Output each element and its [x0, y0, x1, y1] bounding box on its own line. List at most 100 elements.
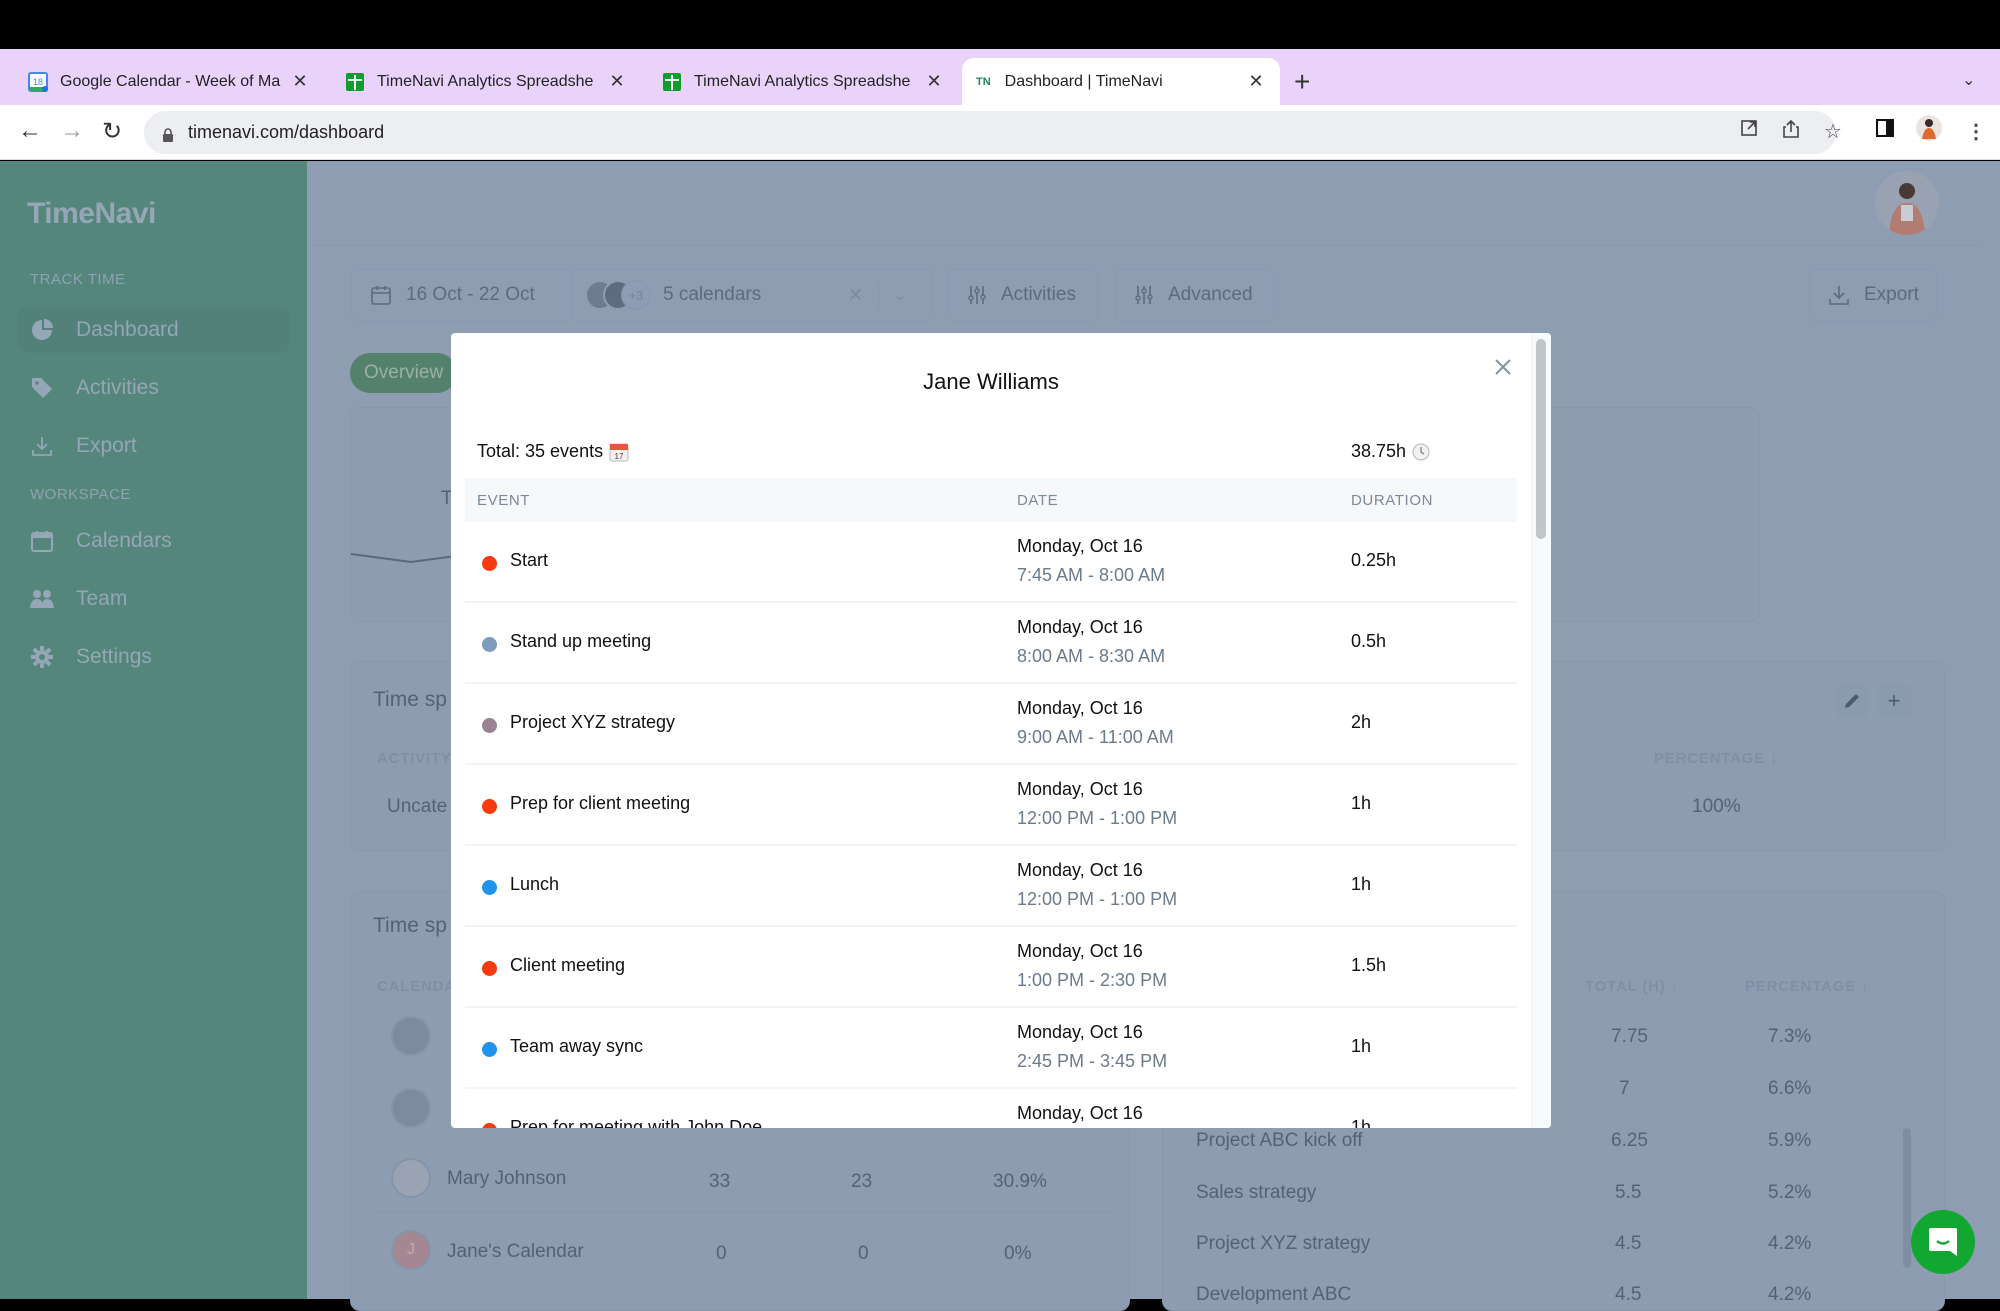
activities-filter-button[interactable]: Activities	[948, 269, 1098, 321]
section-label-track-time: TRACK TIME	[30, 271, 126, 288]
events-table-header: EVENT DATE DURATION	[465, 478, 1517, 522]
event-row[interactable]: Client meeting Monday, Oct 16 1:00 PM - 2:…	[465, 927, 1517, 1008]
event-duration: 1h	[1351, 1036, 1372, 1056]
event-row[interactable]: Stand up meeting Monday, Oct 16 8:00 AM - …	[465, 603, 1517, 684]
close-modal-button[interactable]	[1487, 351, 1519, 383]
tab-overview[interactable]: Overview	[350, 353, 458, 393]
card-title: Time sp	[373, 688, 447, 711]
avatar-initial: J	[391, 1230, 431, 1270]
modal-scrollbar[interactable]	[1536, 339, 1546, 539]
screen-top-bar	[0, 0, 2000, 49]
advanced-filter-button[interactable]: Advanced	[1115, 269, 1275, 321]
event-color-dot	[482, 961, 497, 976]
svg-text:17: 17	[615, 452, 624, 461]
chevron-down-icon[interactable]: ⌄	[893, 285, 906, 305]
sidebar-item-calendars[interactable]: Calendars	[18, 518, 290, 564]
column-header-duration: DURATION	[1351, 492, 1434, 509]
pie-chart-icon	[30, 318, 54, 342]
event-row[interactable]: Project XYZ strategy Monday, Oct 16 9:00 A…	[465, 684, 1517, 765]
date-range-label: 16 Oct - 22 Oct	[406, 284, 535, 305]
browser-menu-icon[interactable]: ⋮	[1966, 119, 1986, 144]
sliders-icon	[967, 285, 987, 305]
calendar-value: 23	[851, 1171, 873, 1192]
event-date: Monday, Oct 16	[1017, 698, 1143, 718]
sidebar-item-dashboard[interactable]: Dashboard	[18, 307, 290, 353]
event-row[interactable]: Prep for client meeting Monday, Oct 16 12:…	[465, 765, 1517, 846]
close-tab-icon[interactable]: ✕	[607, 71, 627, 92]
column-header-activity: ACTIVITY	[377, 750, 452, 767]
activity-name: Development ABC	[1196, 1284, 1352, 1305]
share-icon[interactable]	[1782, 119, 1800, 145]
side-panel-icon[interactable]	[1876, 119, 1894, 143]
profile-avatar[interactable]	[1916, 115, 1942, 147]
calendar-icon	[370, 284, 392, 306]
calendar-percentage: 30.9%	[993, 1171, 1047, 1192]
avatar	[391, 1016, 431, 1056]
close-tab-icon[interactable]: ✕	[290, 71, 310, 92]
event-name: Team away sync	[510, 1036, 644, 1056]
lock-icon	[162, 126, 174, 142]
calendars-select[interactable]: +3 5 calendars ✕ ⌄	[572, 269, 932, 321]
event-name: Prep for meeting with John Doe	[510, 1117, 763, 1128]
column-header-date: DATE	[1017, 492, 1059, 509]
event-duration: 0.5h	[1351, 631, 1387, 651]
activities-filter-label: Activities	[1001, 284, 1076, 305]
activity-name: Sales strategy	[1196, 1182, 1317, 1203]
event-duration: 1.5h	[1351, 955, 1387, 975]
event-time-range: 1:00 PM - 2:30 PM	[1017, 970, 1168, 990]
activity-percentage: 4.2%	[1768, 1233, 1812, 1254]
sidebar-item-settings[interactable]: Settings	[18, 634, 290, 680]
calendar-avatars: +3	[585, 280, 651, 310]
browser-tab[interactable]: 18 Google Calendar - Week of Ma ✕	[14, 58, 324, 105]
forward-icon[interactable]: →	[60, 117, 84, 145]
calendar-percentage: 0%	[1004, 1243, 1032, 1264]
edit-button[interactable]	[1835, 684, 1869, 718]
sidebar-item-activities[interactable]: Activities	[18, 365, 290, 411]
table-scrollbar[interactable]	[1903, 1128, 1911, 1268]
sidebar-item-team[interactable]: Team	[18, 576, 290, 622]
add-button[interactable]: +	[1877, 684, 1911, 718]
close-tab-icon[interactable]: ✕	[1246, 71, 1266, 92]
calendar-events-modal: Jane Williams Total: 35 events 17 38.75h…	[451, 333, 1551, 1128]
calendar-value: 33	[709, 1171, 731, 1192]
activity-name: Uncate	[387, 796, 448, 817]
gear-icon	[30, 645, 54, 669]
date-range-picker[interactable]: 16 Oct - 22 Oct	[351, 269, 573, 321]
column-header-total: TOTAL (H) ↓	[1585, 978, 1679, 995]
column-header-event: EVENT	[477, 492, 531, 509]
tab-title: TimeNavi Analytics Spreadshe	[694, 72, 911, 90]
pencil-icon	[1845, 694, 1859, 708]
event-name: Prep for client meeting	[510, 793, 691, 813]
event-row[interactable]: Team away sync Monday, Oct 16 2:45 PM - 3:…	[465, 1008, 1517, 1089]
user-avatar[interactable]	[1875, 171, 1939, 235]
event-time-range: 9:00 AM - 11:00 AM	[1017, 727, 1174, 747]
address-bar[interactable]: timenavi.com/dashboard	[144, 111, 1836, 154]
svg-text:18: 18	[33, 77, 43, 87]
browser-tab[interactable]: TimeNavi Analytics Spreadshe ✕	[331, 58, 641, 105]
browser-toolbar: ← → ↻ timenavi.com/dashboard ☆ ⋮	[0, 105, 2000, 160]
export-button[interactable]: Export	[1809, 269, 1937, 321]
browser-tab[interactable]: TimeNavi Analytics Spreadshe ✕	[648, 58, 958, 105]
event-name: Lunch	[510, 874, 560, 894]
row-divider	[371, 1212, 1111, 1213]
column-header-calendar: CALENDA	[377, 978, 456, 995]
activity-percentage: 4.2%	[1768, 1284, 1812, 1305]
event-date: Monday, Oct 16	[1017, 1103, 1143, 1123]
clear-selection-icon[interactable]: ✕	[848, 285, 863, 306]
new-tab-button[interactable]: +	[1294, 66, 1310, 98]
open-in-app-icon[interactable]	[1740, 119, 1758, 143]
sidebar-item-export[interactable]: Export	[18, 423, 290, 469]
tab-search-button[interactable]: ⌄	[1962, 70, 1975, 90]
modal-title: Jane Williams	[923, 369, 1059, 394]
browser-tab-active[interactable]: TN Dashboard | TimeNavi ✕	[962, 58, 1280, 105]
clock-icon	[1412, 443, 1430, 461]
reload-icon[interactable]: ↻	[102, 117, 122, 146]
close-tab-icon[interactable]: ✕	[924, 71, 944, 92]
bookmark-star-icon[interactable]: ☆	[1824, 119, 1842, 144]
chat-support-button[interactable]	[1911, 1210, 1975, 1274]
event-row[interactable]: Start Monday, Oct 16 7:45 AM - 8:00 AM 0.25…	[465, 522, 1517, 603]
event-row[interactable]: Prep for meeting with John Doe Monday, Oc…	[465, 1089, 1517, 1128]
event-row[interactable]: Lunch Monday, Oct 16 12:00 PM - 1:00 PM 1h	[465, 846, 1517, 927]
back-icon[interactable]: ←	[18, 117, 42, 145]
event-color-dot	[482, 880, 497, 895]
